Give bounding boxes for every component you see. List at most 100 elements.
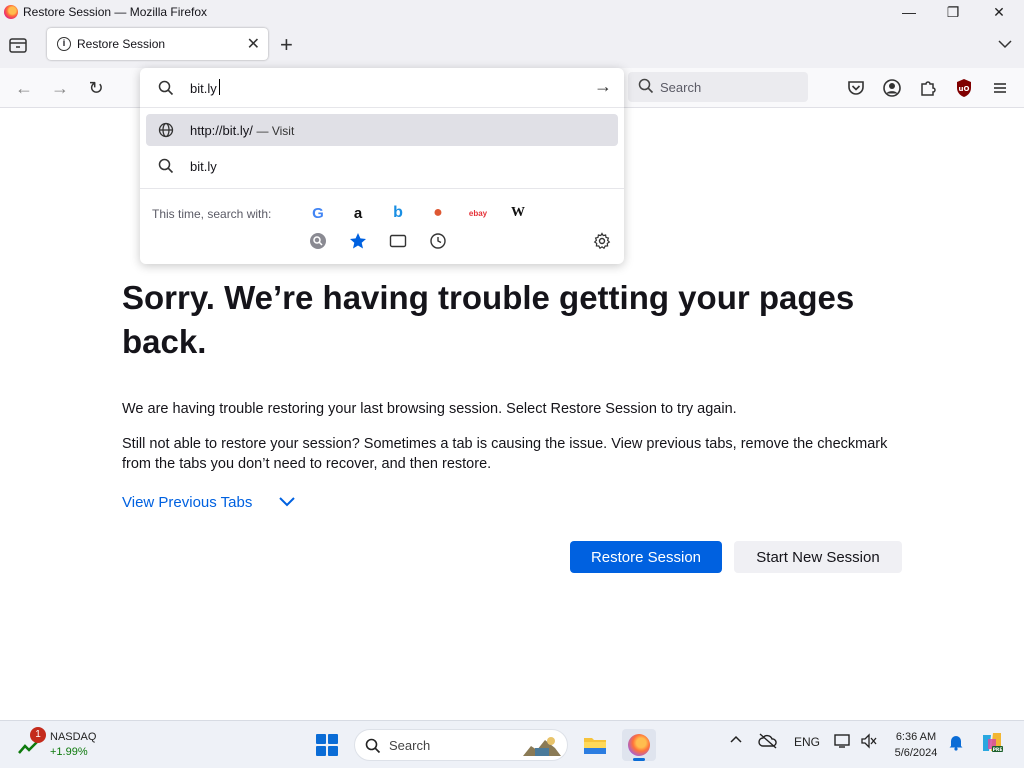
search-bar[interactable]: Search <box>628 72 808 102</box>
ublock-shield-icon: uO <box>957 79 971 97</box>
clock-icon <box>430 233 446 249</box>
clock-time: 6:36 AM <box>895 731 937 743</box>
clock-date: 5/6/2024 <box>894 747 938 759</box>
account-icon <box>883 79 901 97</box>
taskbar-search-placeholder: Search <box>389 738 431 753</box>
view-previous-tabs-toggle[interactable] <box>278 495 296 514</box>
start-button[interactable] <box>316 734 338 756</box>
network-button[interactable] <box>834 733 852 752</box>
volume-button[interactable] <box>860 733 878 752</box>
error-description: We are having trouble restoring your las… <box>122 401 737 417</box>
tab-label: Restore Session <box>77 37 166 51</box>
globe-icon <box>158 122 174 138</box>
search-icon <box>638 78 654 94</box>
firefox-logo-icon <box>628 734 650 756</box>
go-button[interactable]: → <box>594 76 612 97</box>
extensions-button[interactable] <box>918 78 938 98</box>
view-previous-tabs-link[interactable]: View Previous Tabs <box>122 494 252 511</box>
info-icon: i <box>57 37 71 51</box>
copilot-icon: PRE <box>983 733 1003 753</box>
taskbar-search[interactable]: Search <box>354 729 568 761</box>
system-clock[interactable]: 6:36 AM 5/6/2024 <box>888 729 944 761</box>
window-title: Restore Session — Mozilla Firefox <box>23 5 208 19</box>
search-icon <box>365 738 381 754</box>
divider <box>140 107 624 108</box>
list-all-tabs-button[interactable] <box>998 36 1012 52</box>
search-history-mode-button[interactable] <box>308 231 328 251</box>
folder-icon <box>584 738 606 754</box>
page-title: Sorry. We’re having trouble getting your… <box>122 279 855 360</box>
tab-icon <box>389 234 407 248</box>
tabs-mode-button[interactable] <box>388 231 408 251</box>
text-cursor <box>219 79 220 95</box>
stocks-widget[interactable]: 1 NASDAQ +1.99% <box>18 727 108 761</box>
chevron-down-icon <box>279 497 295 507</box>
account-button[interactable] <box>882 78 902 98</box>
duckduckgo-icon[interactable]: ● <box>428 203 448 223</box>
gear-icon <box>593 232 611 250</box>
star-icon <box>350 233 366 249</box>
search-highlight-icon <box>523 737 561 756</box>
restore-session-button[interactable]: Restore Session <box>570 541 722 573</box>
ebay-icon[interactable]: ebay <box>468 203 488 223</box>
sync-status-button[interactable] <box>758 733 778 752</box>
urlbar-result-visit[interactable]: http://bit.ly/ — Visit <box>146 114 618 146</box>
cloud-off-icon <box>758 733 777 749</box>
copilot-button[interactable]: PRE <box>980 731 1004 756</box>
result-search-text: bit.ly <box>190 159 217 174</box>
reload-button[interactable]: ↻ <box>84 76 108 100</box>
pocket-button[interactable] <box>846 78 866 98</box>
maximize-button[interactable]: ❐ <box>930 0 976 24</box>
divider <box>140 188 624 189</box>
tab-restore-session[interactable]: i Restore Session ✕ <box>47 28 268 60</box>
urlbar-dropdown: → http://bit.ly/ — Visit bit.ly This tim… <box>140 68 624 264</box>
result-action: — Visit <box>256 124 295 138</box>
history-search-icon <box>310 233 326 249</box>
search-placeholder: Search <box>660 80 702 95</box>
search-settings-button[interactable] <box>592 231 612 251</box>
history-mode-button[interactable] <box>428 231 448 251</box>
show-hidden-icons-button[interactable] <box>730 733 742 748</box>
stock-name: NASDAQ <box>50 731 97 743</box>
taskbar: 1 NASDAQ +1.99% Search ENG 6:36 AM 5/6/2… <box>0 720 1024 768</box>
url-input[interactable] <box>190 78 570 98</box>
start-new-session-button[interactable]: Start New Session <box>734 541 902 573</box>
search-icon <box>158 158 174 174</box>
notifications-button[interactable] <box>948 733 964 754</box>
close-window-button[interactable]: ✕ <box>976 0 1022 24</box>
urlbar-result-search[interactable]: bit.ly <box>146 150 618 182</box>
google-icon[interactable]: G <box>308 203 328 223</box>
result-url: http://bit.ly/ — Visit <box>190 123 295 138</box>
wikipedia-icon[interactable]: W <box>508 203 528 223</box>
bing-icon[interactable]: b <box>388 203 408 223</box>
firefox-taskbar-button[interactable] <box>622 729 656 761</box>
back-button[interactable]: ← <box>12 76 36 100</box>
input-language-button[interactable]: ENG <box>794 735 820 749</box>
firefox-view-icon <box>9 38 27 53</box>
firefox-view-button[interactable] <box>8 36 28 54</box>
error-help-text: Still not able to restore your session? … <box>122 436 888 472</box>
firefox-logo-icon <box>4 5 18 19</box>
chevron-up-icon <box>730 735 742 743</box>
forward-button[interactable]: → <box>48 76 72 100</box>
bookmarks-mode-button[interactable] <box>348 231 368 251</box>
close-tab-button[interactable]: ✕ <box>247 34 260 54</box>
file-explorer-taskbar-button[interactable] <box>578 729 612 761</box>
svg-text:uO: uO <box>959 85 970 93</box>
oneoff-search-label: This time, search with: <box>152 207 272 221</box>
title-bar: Restore Session — Mozilla Firefox — ❐ ✕ <box>0 0 1024 24</box>
menu-button[interactable] <box>990 78 1010 98</box>
minimize-button[interactable]: — <box>886 0 932 24</box>
bell-icon <box>949 736 963 751</box>
chevron-down-icon <box>998 40 1012 49</box>
stock-change: +1.99% <box>50 746 88 758</box>
ublock-button[interactable]: uO <box>954 78 974 98</box>
pocket-icon <box>848 81 864 95</box>
puzzle-icon <box>921 81 936 96</box>
windows-logo-icon <box>316 734 326 744</box>
hamburger-menu-icon <box>994 83 1006 93</box>
amazon-icon[interactable]: a <box>348 203 368 223</box>
notification-badge: 1 <box>30 727 46 743</box>
active-indicator <box>633 758 645 761</box>
new-tab-button[interactable]: + <box>280 32 293 58</box>
